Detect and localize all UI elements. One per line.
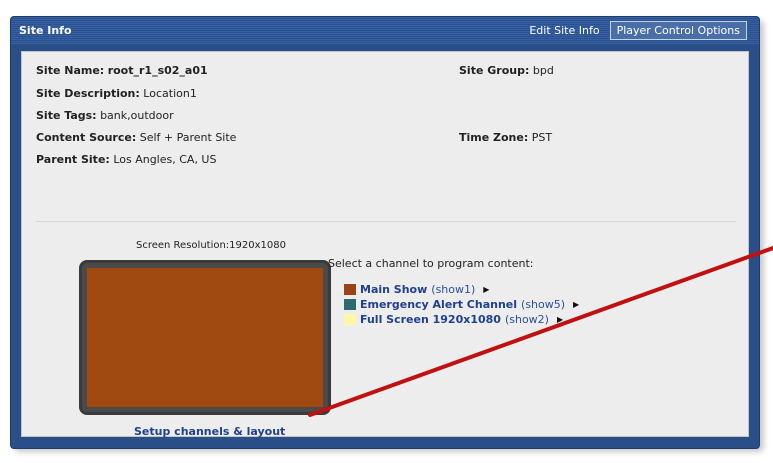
screen-resolution-label: Screen Resolution:1920x1080 [136,240,286,251]
channel-main-show[interactable]: Main Show (show1) ▶ [344,283,489,296]
channel-name: Main Show [360,283,428,296]
time-zone-value: PST [531,131,553,144]
site-tags-row: Site Tags: bank,outdoor [36,109,174,122]
section-divider [36,221,736,222]
header-actions: Edit Site Info Player Control Options [523,21,747,40]
channel-show-id: (show2) [504,313,549,326]
content-source-label: Content Source: [36,131,137,144]
channel-show-id: (show1) [431,283,476,296]
channel-color-swatch [344,284,356,295]
site-name-row: Site Name: root_r1_s02_a01 [36,64,208,77]
site-description-value: Location1 [143,87,197,100]
site-group-row: Site Group: bpd [459,64,554,77]
chevron-right-icon: ▶ [573,300,580,309]
parent-site-row: Parent Site: Los Angles, CA, US [36,153,216,166]
screen-layout-preview[interactable] [79,260,331,415]
setup-channels-layout-link[interactable]: Setup channels & layout [134,425,285,438]
channel-emergency-alert[interactable]: Emergency Alert Channel (show5) ▶ [344,298,579,311]
parent-site-label: Parent Site: [36,153,110,166]
channel-color-swatch [344,314,356,325]
channel-color-swatch [344,299,356,310]
site-info-content: Site Name: root_r1_s02_a01 Site Group: b… [21,51,749,438]
site-group-value: bpd [532,64,554,77]
player-control-options-button[interactable]: Player Control Options [609,21,747,40]
main-show-region[interactable] [87,268,323,407]
site-name-value: root_r1_s02_a01 [107,64,208,77]
site-info-panel: Site Info Edit Site Info Player Control … [10,16,760,449]
site-tags-value: bank,outdoor [100,109,174,122]
chevron-right-icon: ▶ [483,285,490,294]
edit-site-info-button[interactable]: Edit Site Info [523,22,605,39]
channel-show-id: (show5) [521,298,566,311]
parent-site-value: Los Angles, CA, US [113,153,217,166]
time-zone-row: Time Zone: PST [459,131,552,144]
chevron-right-icon: ▶ [556,315,564,324]
content-source-row: Content Source: Self + Parent Site [36,131,236,144]
site-tags-label: Site Tags: [36,109,97,122]
channel-name: Full Screen 1920x1080 [360,313,501,326]
site-group-label: Site Group: [459,64,530,77]
content-source-value: Self + Parent Site [139,131,237,144]
channel-full-screen[interactable]: Full Screen 1920x1080 (show2) ▶ [344,313,563,326]
panel-title: Site Info [19,24,72,37]
panel-header: Site Info Edit Site Info Player Control … [11,17,759,45]
channel-name: Emergency Alert Channel [360,298,518,311]
site-description-row: Site Description: Location1 [36,87,197,100]
channel-prompt: Select a channel to program content: [328,257,534,270]
site-name-label: Site Name: [36,64,105,77]
time-zone-label: Time Zone: [459,131,529,144]
site-description-label: Site Description: [36,87,140,100]
